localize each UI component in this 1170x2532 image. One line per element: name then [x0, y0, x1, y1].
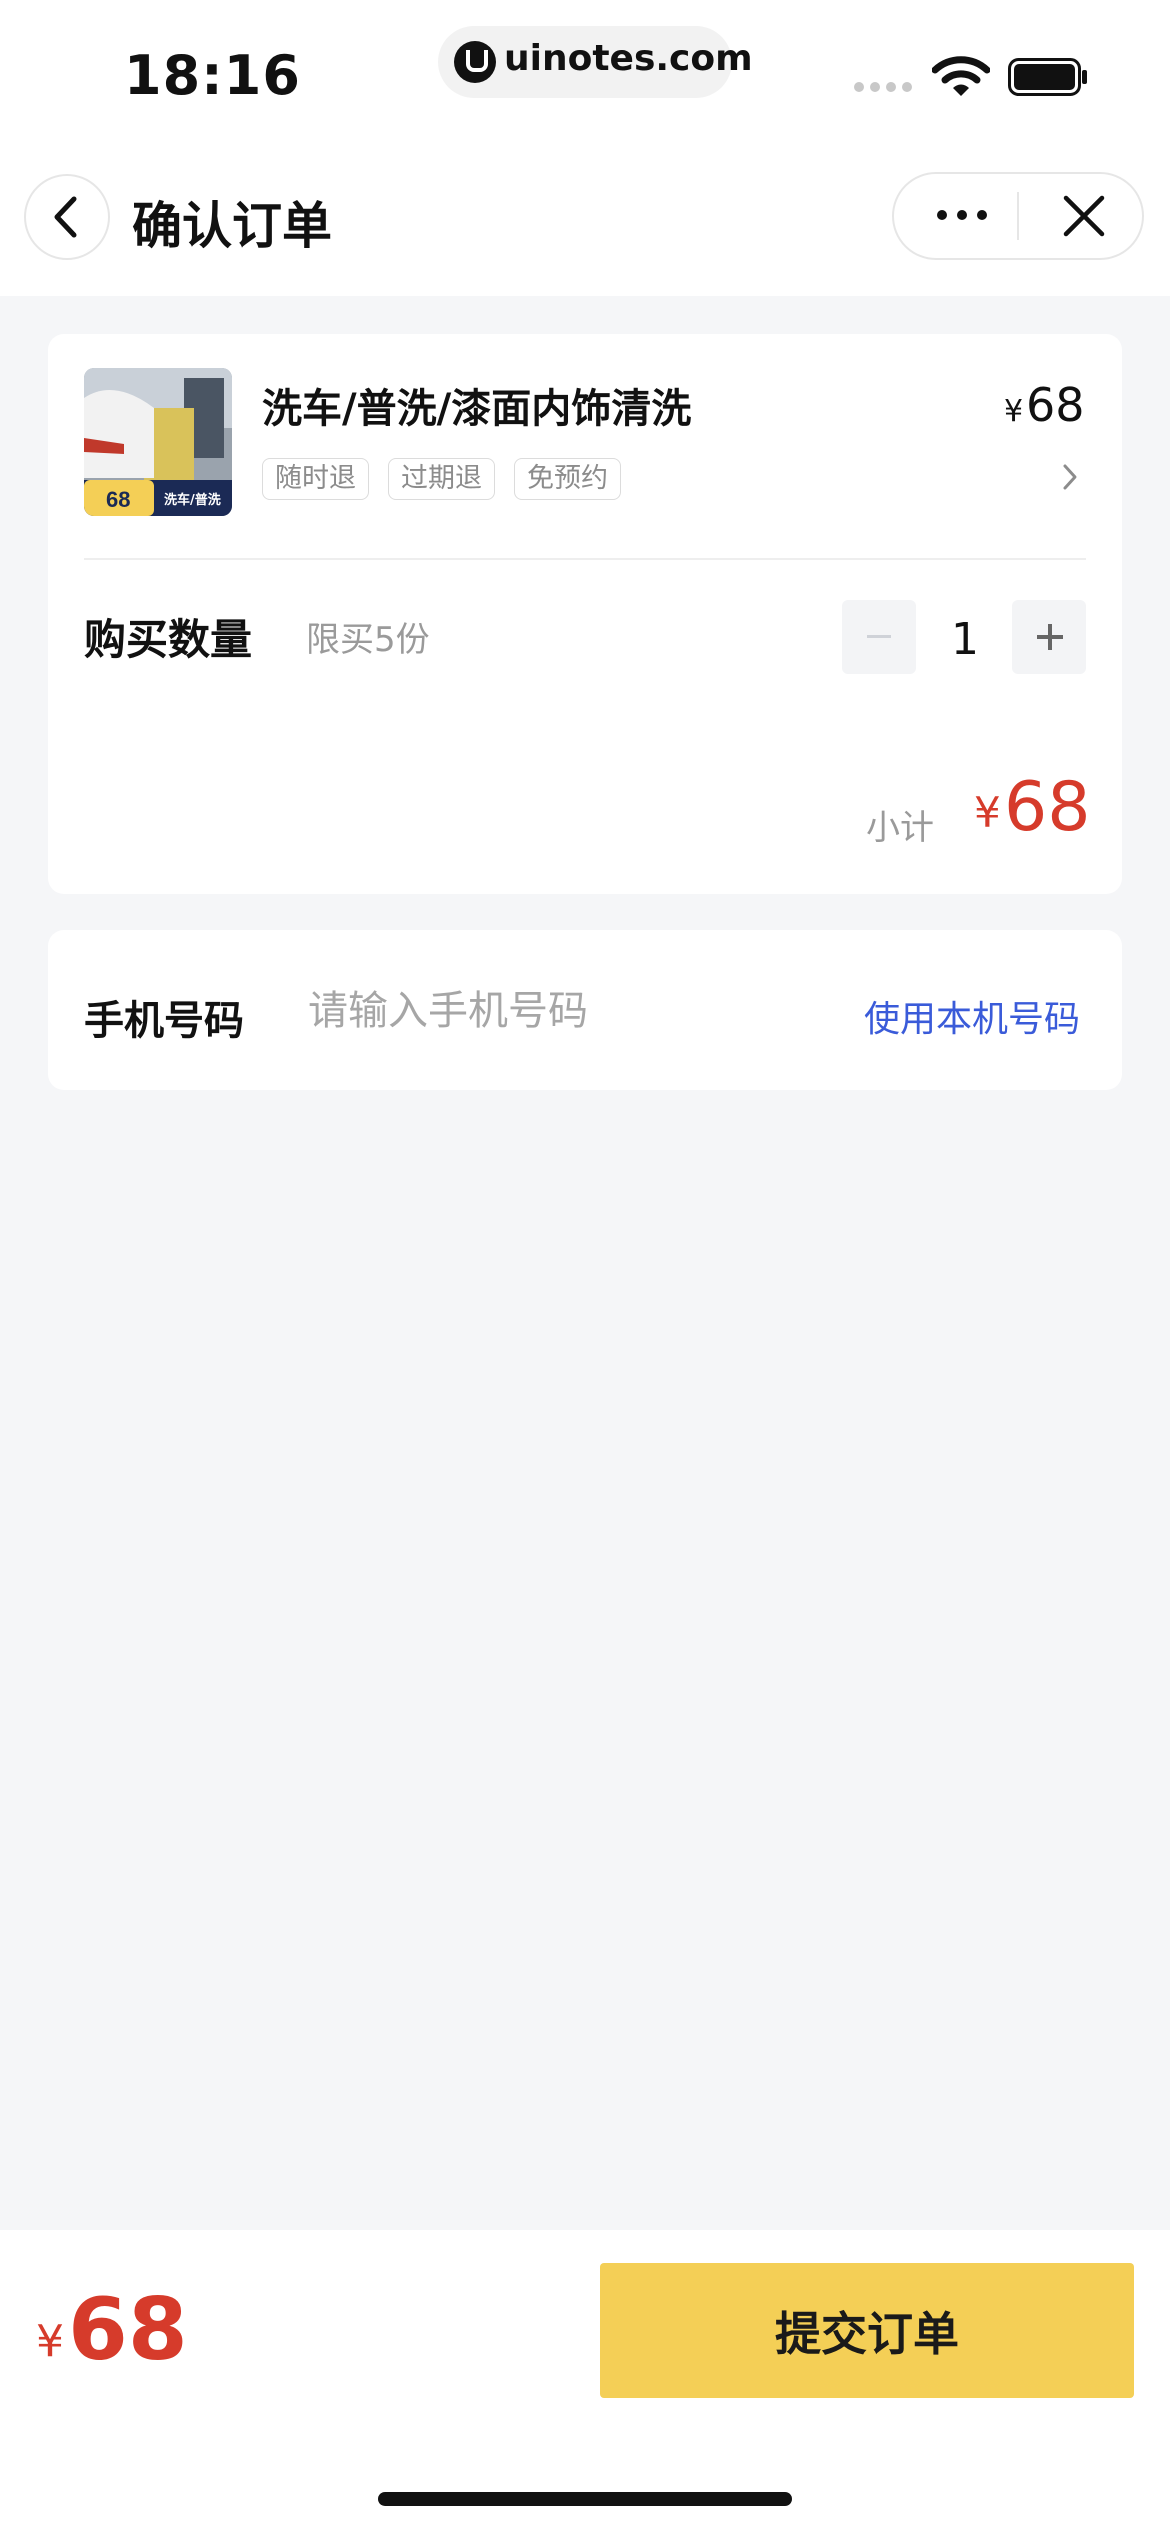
- site-url: uinotes.com: [504, 38, 753, 79]
- subtotal-symbol: ¥: [974, 788, 1001, 837]
- phone-label: 手机号码: [84, 998, 244, 1044]
- close-icon[interactable]: [1062, 194, 1106, 238]
- tag-anytime-refund: 随时退: [262, 458, 369, 500]
- quantity-plus-button[interactable]: [1012, 600, 1086, 674]
- svg-text:洗车/普洗: 洗车/普洗: [164, 492, 221, 508]
- home-indicator: [378, 2492, 792, 2506]
- chevron-left-icon: [54, 196, 77, 238]
- more-dots-icon[interactable]: [922, 190, 1002, 240]
- site-logo-icon: [454, 41, 496, 83]
- product-price-symbol: ¥: [1004, 394, 1024, 429]
- product-name[interactable]: 洗车/普洗/漆面内饰清洗: [262, 376, 691, 434]
- wifi-icon: [932, 56, 990, 96]
- subtotal-label: 小计: [866, 808, 934, 848]
- car-wash-image: 68 洗车/普洗: [84, 368, 232, 516]
- product-price: 68: [1026, 378, 1085, 432]
- tag-expired-refund: 过期退: [388, 458, 495, 500]
- quantity-value: 1: [951, 614, 979, 665]
- battery-icon: [1008, 58, 1087, 96]
- status-time: 18:16: [124, 44, 301, 107]
- subtotal-amount: 68: [1004, 768, 1091, 847]
- divider: [84, 558, 1086, 560]
- use-local-phone-link[interactable]: 使用本机号码: [864, 990, 1080, 1042]
- product-thumbnail[interactable]: 68 洗车/普洗: [84, 368, 232, 516]
- quantity-minus-button[interactable]: [842, 600, 916, 674]
- phone-input[interactable]: [308, 980, 808, 1042]
- total-amount: 68: [68, 2280, 188, 2380]
- capsule-divider: [1017, 192, 1019, 240]
- chevron-right-icon[interactable]: [1060, 460, 1080, 494]
- svg-text:68: 68: [106, 487, 130, 512]
- quantity-label: 购买数量: [84, 615, 253, 664]
- submit-order-button[interactable]: 提交订单: [600, 2263, 1134, 2398]
- total-symbol: ¥: [36, 2316, 64, 2367]
- quantity-limit: 限买5份: [306, 620, 430, 660]
- page-title: 确认订单: [132, 197, 332, 255]
- tag-no-reservation: 免预约: [514, 458, 621, 500]
- back-button[interactable]: [24, 174, 110, 260]
